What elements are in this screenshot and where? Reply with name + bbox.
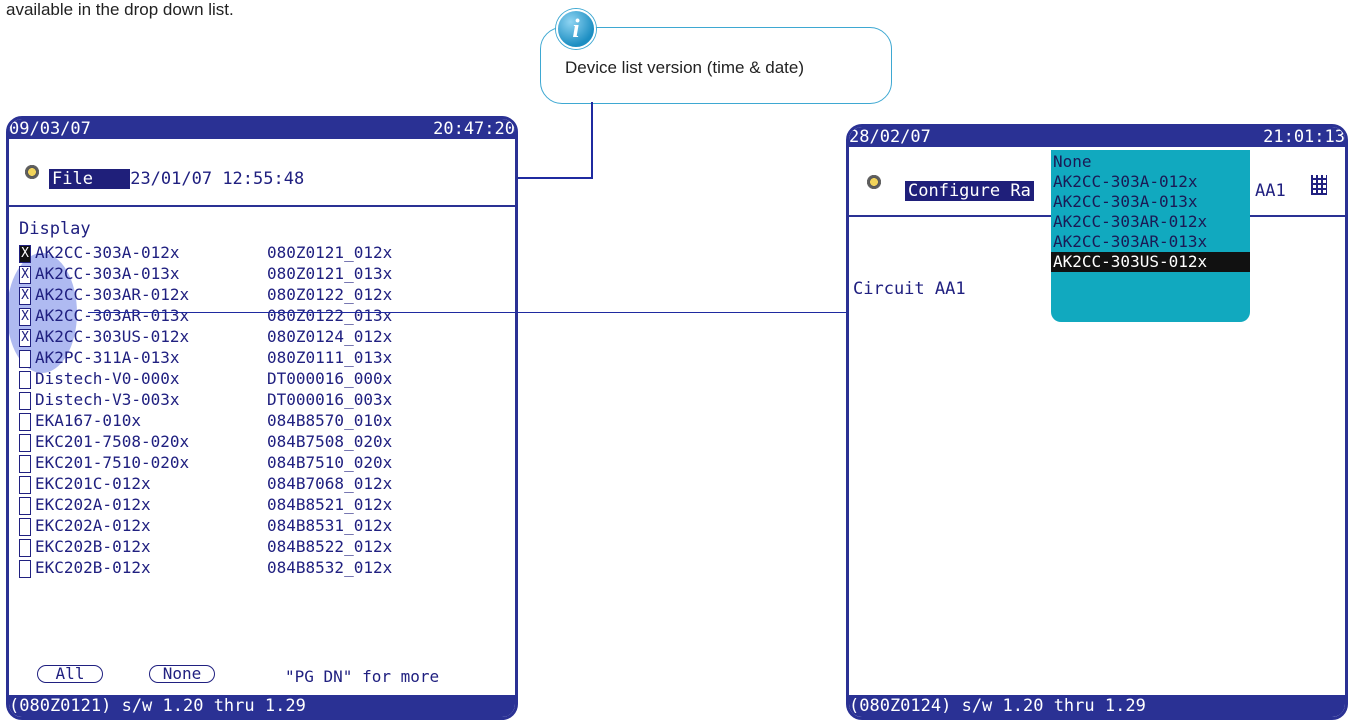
device-checkbox[interactable]: [19, 476, 31, 494]
device-code: 084B8570_010x: [267, 411, 393, 430]
device-name: AK2CC-303A-012x: [35, 243, 180, 262]
time-display: 20:47:20: [433, 119, 515, 139]
device-name: EKA167-010x: [35, 411, 141, 430]
device-name: AK2PC-311A-013x: [35, 348, 180, 367]
device-checkbox[interactable]: [19, 497, 31, 515]
grid-icon[interactable]: [1311, 175, 1327, 195]
device-code: 084B8521_012x: [267, 495, 393, 514]
circuit-id-label: AA1: [1255, 181, 1286, 201]
device-checkbox[interactable]: X: [19, 308, 31, 326]
device-type-dropdown[interactable]: None AK2CC-303A-012x AK2CC-303A-013x AK2CC-…: [1051, 150, 1250, 322]
dropdown-option[interactable]: AK2CC-303A-013x: [1051, 192, 1250, 212]
device-checkbox[interactable]: X: [19, 266, 31, 284]
device-name: EKC201-7508-020x: [35, 432, 190, 451]
device-code: 080Z0111_013x: [267, 348, 393, 367]
device-code: 080Z0124_012x: [267, 327, 393, 346]
device-checkbox[interactable]: [19, 518, 31, 536]
device-code: 084B8522_012x: [267, 537, 393, 556]
device-name: AK2CC-303AR-013x: [35, 306, 190, 325]
device-name: EKC202A-012x: [35, 495, 151, 514]
configure-title: Configure Ra: [905, 181, 1034, 201]
device-checkbox[interactable]: [19, 455, 31, 473]
callout-leader-vertical: [591, 102, 593, 178]
device-code: 080Z0122_012x: [267, 285, 393, 304]
dropdown-option[interactable]: AK2CC-303US-012x: [1051, 252, 1250, 272]
device-name: AK2CC-303AR-012x: [35, 285, 190, 304]
device-code: 084B7508_020x: [267, 432, 393, 451]
status-bar: (080Z0121) s/w 1.20 thru 1.29: [9, 695, 515, 717]
device-list-screen: 09/03/07 20:47:20 File 23/01/07 12:55:48…: [6, 116, 518, 720]
title-bar: 09/03/07 20:47:20: [9, 119, 515, 139]
intro-text: available in the drop down list.: [6, 0, 234, 19]
gear-icon: [23, 163, 41, 181]
status-bar: (080Z0124) s/w 1.20 thru 1.29: [849, 695, 1345, 717]
gear-icon: [865, 173, 883, 191]
file-menu-button[interactable]: File: [49, 169, 96, 189]
dropdown-option[interactable]: AK2CC-303AR-012x: [1051, 212, 1250, 232]
dropdown-option[interactable]: None: [1051, 150, 1250, 172]
device-code: 084B8532_012x: [267, 558, 393, 577]
device-checkbox[interactable]: [19, 413, 31, 431]
device-checkbox[interactable]: [19, 539, 31, 557]
device-name: AK2CC-303US-012x: [35, 327, 190, 346]
device-code: 080Z0121_013x: [267, 264, 393, 283]
dropdown-option[interactable]: AK2CC-303A-012x: [1051, 172, 1250, 192]
dropdown-option[interactable]: AK2CC-303AR-013x: [1051, 232, 1250, 252]
device-code: 084B7510_020x: [267, 453, 393, 472]
device-name: AK2CC-303A-013x: [35, 264, 180, 283]
device-code: 084B7068_012x: [267, 474, 393, 493]
divider: [9, 205, 515, 207]
device-name: EKC202B-012x: [35, 537, 151, 556]
time-display: 21:01:13: [1263, 127, 1345, 147]
device-code: DT000016_000x: [267, 369, 393, 388]
device-checkbox[interactable]: [19, 434, 31, 452]
device-name: EKC201C-012x: [35, 474, 151, 493]
device-checkbox[interactable]: [19, 560, 31, 578]
callout-text: Device list version (time & date): [565, 58, 805, 77]
select-all-button[interactable]: All: [37, 665, 103, 683]
device-code: 080Z0121_012x: [267, 243, 393, 262]
device-name: Distech-V0-000x: [35, 369, 180, 388]
device-name: Distech-V3-003x: [35, 390, 180, 409]
section-label: Display: [19, 219, 91, 239]
device-name: EKC202B-012x: [35, 558, 151, 577]
device-checkbox[interactable]: [19, 371, 31, 389]
device-name: EKC201-7510-020x: [35, 453, 190, 472]
page-down-hint: "PG DN" for more: [285, 667, 440, 686]
select-none-button[interactable]: None: [149, 665, 215, 683]
device-checkbox[interactable]: X: [19, 329, 31, 347]
device-checkbox[interactable]: X: [19, 245, 31, 263]
device-name: EKC202A-012x: [35, 516, 151, 535]
circuit-label: Circuit AA1: [853, 279, 966, 299]
title-bar: 28/02/07 21:01:13: [849, 127, 1345, 147]
device-code: DT000016_003x: [267, 390, 393, 409]
device-code: 080Z0122_013x: [267, 306, 393, 325]
device-code: 084B8531_012x: [267, 516, 393, 535]
info-icon: i: [556, 9, 596, 49]
device-checkbox[interactable]: [19, 350, 31, 368]
date-display: 09/03/07: [9, 119, 91, 139]
date-display: 28/02/07: [849, 127, 931, 147]
device-checkbox[interactable]: X: [19, 287, 31, 305]
file-datetime: 23/01/07 12:55:48: [130, 169, 305, 189]
device-checkbox[interactable]: [19, 392, 31, 410]
